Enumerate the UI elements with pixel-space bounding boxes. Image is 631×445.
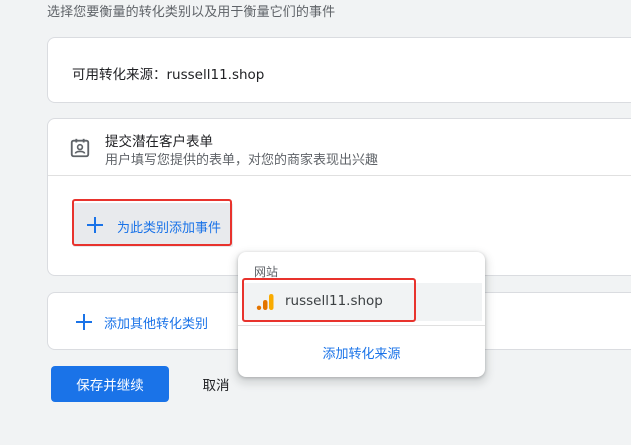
category-title: 提交潜在客户表单: [105, 134, 213, 150]
menu-section-header: 网站: [254, 265, 279, 279]
add-event-button[interactable]: 为此类别添加事件: [73, 203, 233, 247]
plus-icon: [76, 314, 92, 330]
plus-icon: [87, 217, 103, 233]
google-analytics-icon: [256, 294, 274, 310]
contact-form-icon: [70, 138, 90, 158]
category-divider: [48, 175, 631, 176]
source-dropdown-menu: 网站 russell11.shop 添加转化来源: [238, 252, 485, 377]
menu-item-website[interactable]: russell11.shop: [244, 283, 482, 321]
add-other-category-link[interactable]: 添加其他转化类别: [104, 313, 208, 332]
cancel-button[interactable]: 取消: [190, 366, 242, 402]
save-and-continue-button[interactable]: 保存并继续: [51, 366, 169, 402]
menu-divider: [238, 325, 485, 326]
add-event-label: 为此类别添加事件: [117, 221, 222, 236]
page-intro: 选择您要衡量的转化类别以及用于衡量它们的事件: [47, 5, 336, 20]
category-description: 用户填写您提供的表单，对您的商家表现出兴趣: [105, 153, 379, 168]
menu-item-label: russell11.shop: [285, 293, 383, 309]
add-conversion-source-link[interactable]: 添加转化来源: [238, 343, 485, 362]
available-source-text: 可用转化来源：russell11.shop: [72, 67, 265, 83]
conversion-source-card: 可用转化来源：russell11.shop: [47, 37, 631, 103]
